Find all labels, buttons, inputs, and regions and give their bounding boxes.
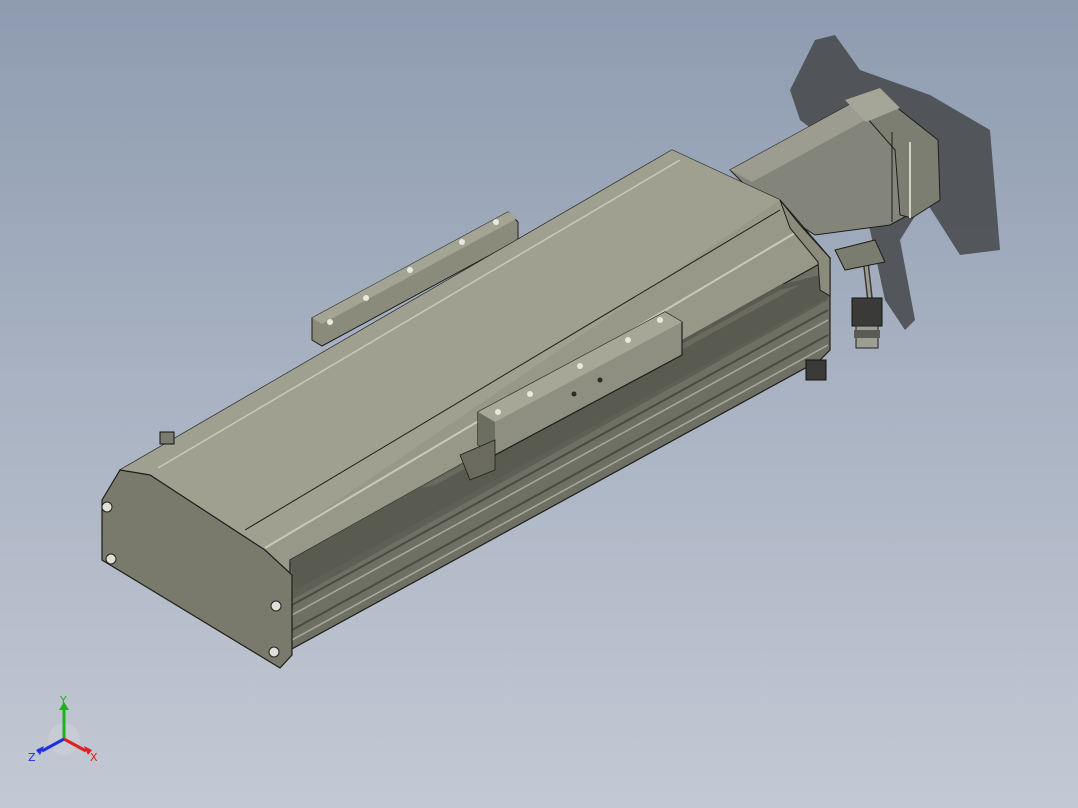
actuator-body[interactable] bbox=[101, 149, 831, 669]
motor-connector bbox=[851, 297, 883, 327]
carriage-hole bbox=[625, 337, 631, 343]
carriage-hole bbox=[571, 391, 577, 397]
cad-viewport[interactable]: Y X Z bbox=[0, 0, 1078, 808]
end-cap-hole bbox=[270, 600, 282, 612]
carriage-hole bbox=[527, 391, 533, 397]
rear-foot bbox=[159, 431, 175, 445]
linear-actuator-model[interactable] bbox=[0, 0, 1078, 808]
coordinate-triad[interactable]: Y X Z bbox=[26, 694, 102, 770]
carriage-hole bbox=[495, 409, 501, 415]
bracket-hole bbox=[407, 267, 413, 273]
z-axis-label: Z bbox=[28, 751, 36, 764]
bracket-hole bbox=[493, 219, 499, 225]
bracket-hole bbox=[363, 295, 369, 301]
end-cap-hole bbox=[105, 553, 117, 565]
carriage-hole bbox=[657, 317, 663, 323]
x-axis-label: X bbox=[90, 751, 98, 764]
bracket-hole bbox=[459, 239, 465, 245]
bracket-hole bbox=[327, 319, 333, 325]
rear-foot bbox=[805, 359, 827, 381]
end-cap-hole bbox=[101, 501, 113, 513]
end-cap-hole bbox=[268, 646, 280, 658]
carriage-hole bbox=[597, 377, 603, 383]
y-axis-label: Y bbox=[59, 694, 67, 707]
carriage-hole bbox=[577, 363, 583, 369]
